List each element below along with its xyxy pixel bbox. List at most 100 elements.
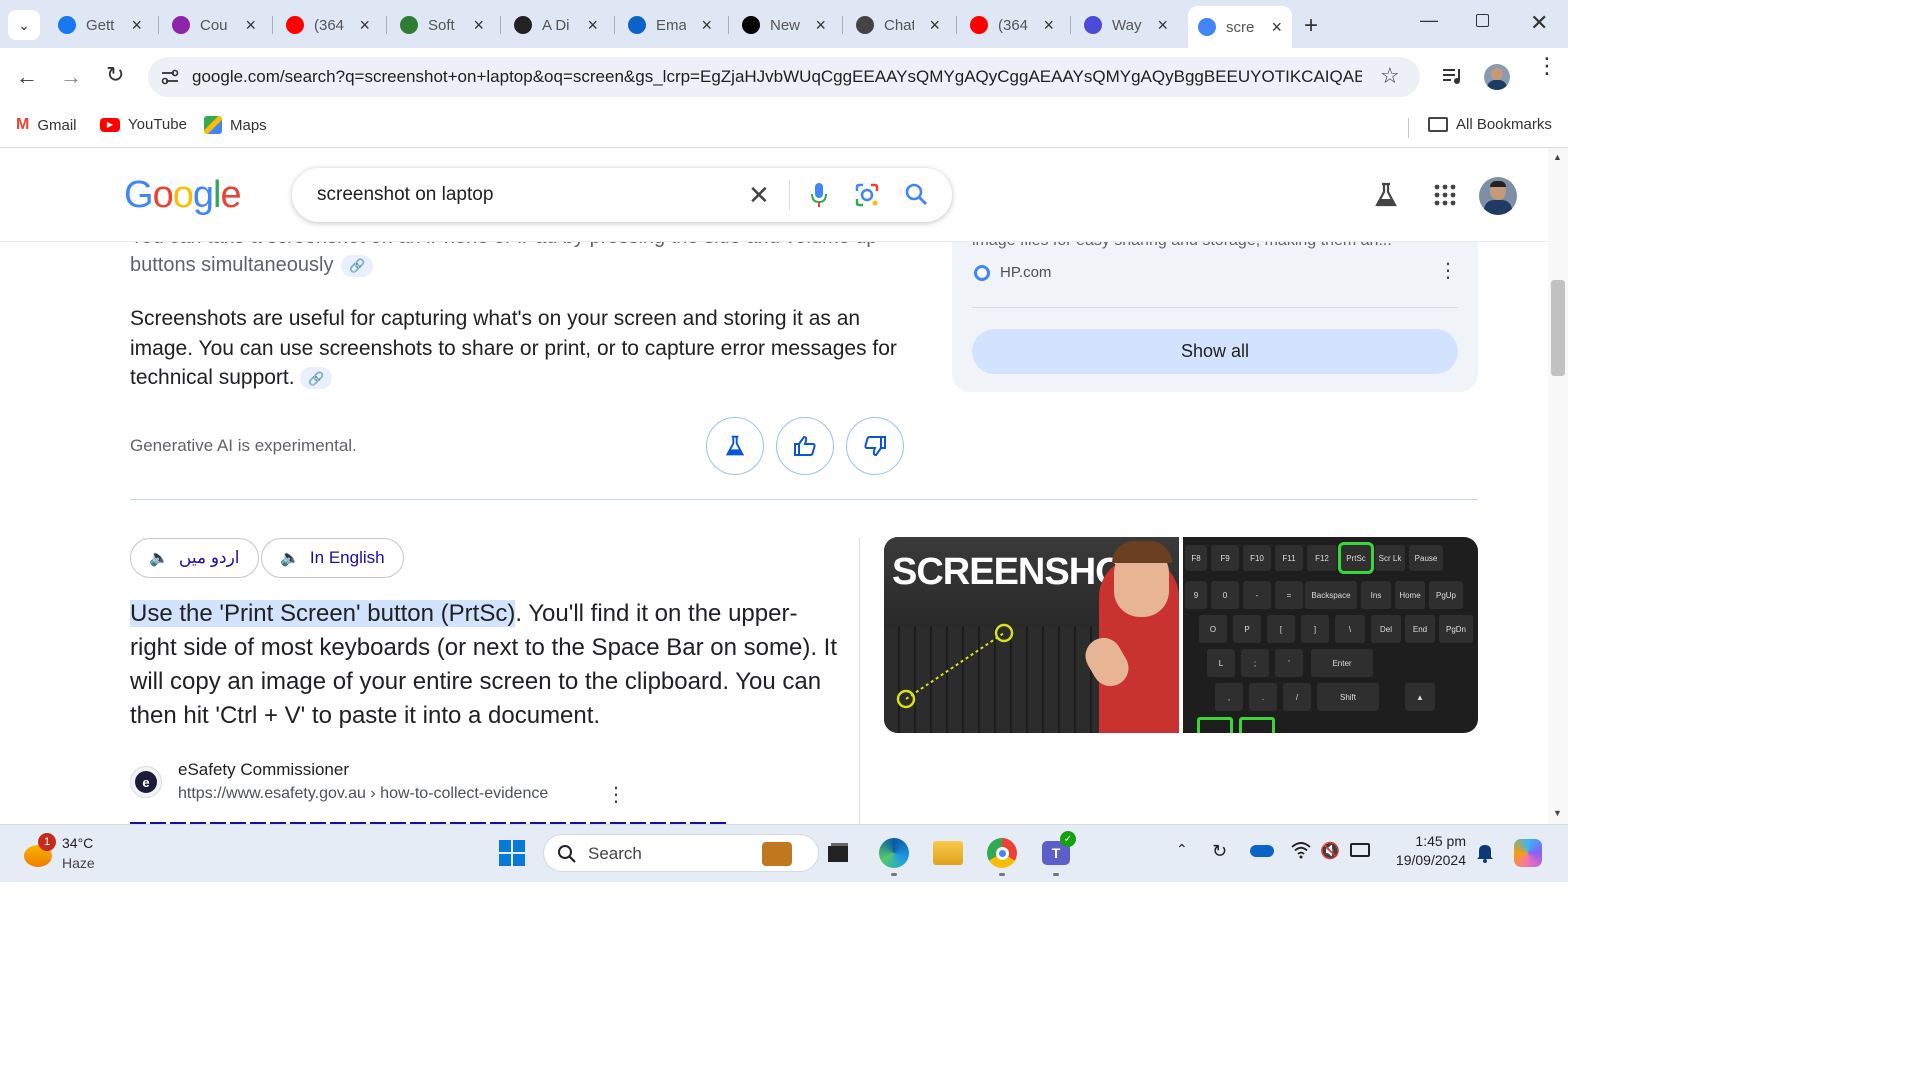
profile-avatar[interactable]: [1484, 64, 1510, 90]
show-all-button[interactable]: Show all: [972, 329, 1458, 374]
close-tab-icon[interactable]: ×: [701, 15, 712, 36]
tab-7[interactable]: New ×: [732, 8, 836, 42]
more-options-icon[interactable]: ⋮: [1438, 258, 1458, 283]
tab-8[interactable]: Chat ×: [846, 8, 950, 42]
tab-5[interactable]: A Di ×: [504, 8, 608, 42]
close-tab-icon[interactable]: ×: [473, 15, 484, 36]
tab-9[interactable]: (364 ×: [960, 8, 1064, 42]
file-explorer-icon[interactable]: [932, 837, 964, 869]
google-logo-text: Google: [124, 174, 242, 216]
thumbs-up-button[interactable]: [776, 417, 834, 475]
tab-6[interactable]: Ema ×: [618, 8, 722, 42]
windows-taskbar: 1 34°C Haze Search T ✓ ⌃ ↻ 🔇 1:45 pm 19/…: [0, 824, 1568, 882]
source-favicon[interactable]: e: [130, 766, 162, 798]
tab-separator: [386, 16, 387, 34]
wifi-icon[interactable]: [1290, 841, 1312, 864]
source-name[interactable]: eSafety Commissioner: [178, 760, 349, 780]
listen-english-button[interactable]: 🔈 In English: [261, 538, 404, 578]
show-hidden-icons[interactable]: ⌃: [1176, 841, 1188, 858]
clock[interactable]: 1:45 pm 19/09/2024: [1386, 833, 1466, 868]
windows-start-icon[interactable]: [496, 837, 528, 869]
teams-icon[interactable]: T ✓: [1040, 831, 1076, 869]
tab-2[interactable]: Cou ×: [162, 8, 266, 42]
source-url[interactable]: https://www.esafety.gov.au › how-to-coll…: [178, 785, 548, 803]
google-lens-icon[interactable]: [854, 182, 880, 213]
address-bar[interactable]: google.com/search?q=screenshot+on+laptop…: [148, 57, 1420, 97]
link-chip-icon[interactable]: 🔗: [341, 254, 374, 277]
bookmarks-bar: M Gmail ▶ YouTube Maps All Bookmarks: [0, 106, 1568, 148]
onedrive-cloud-icon[interactable]: [1250, 845, 1274, 857]
back-button[interactable]: ←: [16, 64, 38, 90]
chrome-icon[interactable]: [986, 837, 1018, 869]
clear-search-icon[interactable]: ✕: [748, 180, 770, 211]
close-tab-icon[interactable]: ×: [929, 15, 940, 36]
scroll-up-arrow[interactable]: ▲: [1553, 152, 1562, 162]
result-title-cutoff[interactable]: [130, 816, 730, 824]
task-view-icon[interactable]: [822, 837, 854, 869]
apps-grid-icon[interactable]: [1434, 184, 1456, 211]
media-control-icon[interactable]: [1442, 66, 1464, 86]
new-tab-button[interactable]: +: [1304, 12, 1318, 40]
tab-10[interactable]: Way ×: [1074, 8, 1178, 42]
close-window-button[interactable]: ✕: [1530, 10, 1548, 36]
page-scrollbar[interactable]: ▲ ▼: [1548, 148, 1568, 824]
tab-11[interactable]: scre ×: [1188, 6, 1292, 48]
google-logo[interactable]: Google: [124, 174, 242, 217]
thumbs-down-button[interactable]: [846, 417, 904, 475]
close-tab-icon[interactable]: ×: [815, 15, 826, 36]
snippet-image-keyboard[interactable]: F8 F9 F10 F11 F12 PrtSc Scr Lk Pause 9 0- = Backspa…: [1183, 537, 1478, 733]
close-tab-icon[interactable]: ×: [131, 15, 142, 36]
account-avatar[interactable]: [1479, 177, 1517, 215]
source-item[interactable]: HP.com: [974, 264, 1051, 281]
close-tab-icon[interactable]: ×: [245, 15, 256, 36]
tab-title: Ema: [656, 16, 686, 34]
keyboard-key: Del: [1371, 615, 1401, 643]
search-submit-icon[interactable]: [904, 182, 928, 211]
copilot-icon[interactable]: [1514, 839, 1542, 867]
search-input[interactable]: screenshot on laptop: [317, 184, 493, 206]
minimize-button[interactable]: —: [1420, 10, 1438, 31]
url-text[interactable]: google.com/search?q=screenshot+on+laptop…: [192, 67, 1362, 87]
bookmark-youtube[interactable]: ▶ YouTube: [100, 116, 187, 133]
keyboard-key: /: [1283, 683, 1311, 711]
tab-3[interactable]: (364 ×: [276, 8, 380, 42]
taskbar-search[interactable]: Search: [543, 834, 819, 872]
labs-feedback-button[interactable]: [706, 417, 764, 475]
weather-temp: 34°C: [62, 835, 94, 851]
close-tab-icon[interactable]: ×: [1157, 15, 1168, 36]
tab-4[interactable]: Soft ×: [390, 8, 494, 42]
snippet-image-screenshot[interactable]: SCREENSHOT: [884, 537, 1179, 733]
weather-widget[interactable]: 1 34°C Haze: [22, 833, 112, 877]
bookmark-star-icon[interactable]: ☆: [1380, 63, 1400, 89]
more-options-icon[interactable]: ⋮: [606, 782, 626, 807]
close-tab-icon[interactable]: ×: [587, 15, 598, 36]
close-tab-icon[interactable]: ×: [1271, 17, 1282, 38]
forward-button[interactable]: →: [60, 64, 82, 90]
volume-muted-icon[interactable]: 🔇: [1320, 841, 1340, 861]
close-tab-icon[interactable]: ×: [1043, 15, 1054, 36]
edge-browser-icon[interactable]: [878, 837, 910, 869]
reload-button[interactable]: ↻: [106, 62, 124, 88]
scroll-thumb[interactable]: [1551, 280, 1565, 376]
tab-1[interactable]: Gett ×: [48, 8, 152, 42]
weather-desc: Haze: [62, 855, 95, 871]
restore-button[interactable]: [1476, 14, 1489, 27]
close-tab-icon[interactable]: ×: [359, 15, 370, 36]
labs-flask-icon[interactable]: [1374, 182, 1398, 213]
notification-bell-icon[interactable]: [1476, 843, 1494, 868]
bookmark-maps[interactable]: Maps: [204, 116, 267, 134]
all-bookmarks-button[interactable]: All Bookmarks: [1428, 116, 1552, 133]
sync-icon[interactable]: ↻: [1212, 841, 1227, 862]
link-chip-icon[interactable]: 🔗: [300, 367, 333, 390]
tab-search-button[interactable]: ⌄: [8, 10, 40, 40]
thumbs-down-icon: [864, 436, 886, 457]
scroll-down-arrow[interactable]: ▼: [1553, 808, 1562, 818]
keyboard-key: P: [1233, 615, 1261, 643]
bookmark-gmail[interactable]: M Gmail: [16, 116, 77, 134]
site-info-icon[interactable]: [160, 68, 180, 86]
search-box[interactable]: screenshot on laptop ✕: [292, 168, 952, 222]
listen-urdu-button[interactable]: 🔈 اردو میں: [130, 538, 259, 578]
microphone-icon[interactable]: [810, 182, 828, 213]
browser-menu-icon[interactable]: ⋮: [1536, 55, 1558, 77]
battery-icon[interactable]: [1350, 843, 1370, 857]
